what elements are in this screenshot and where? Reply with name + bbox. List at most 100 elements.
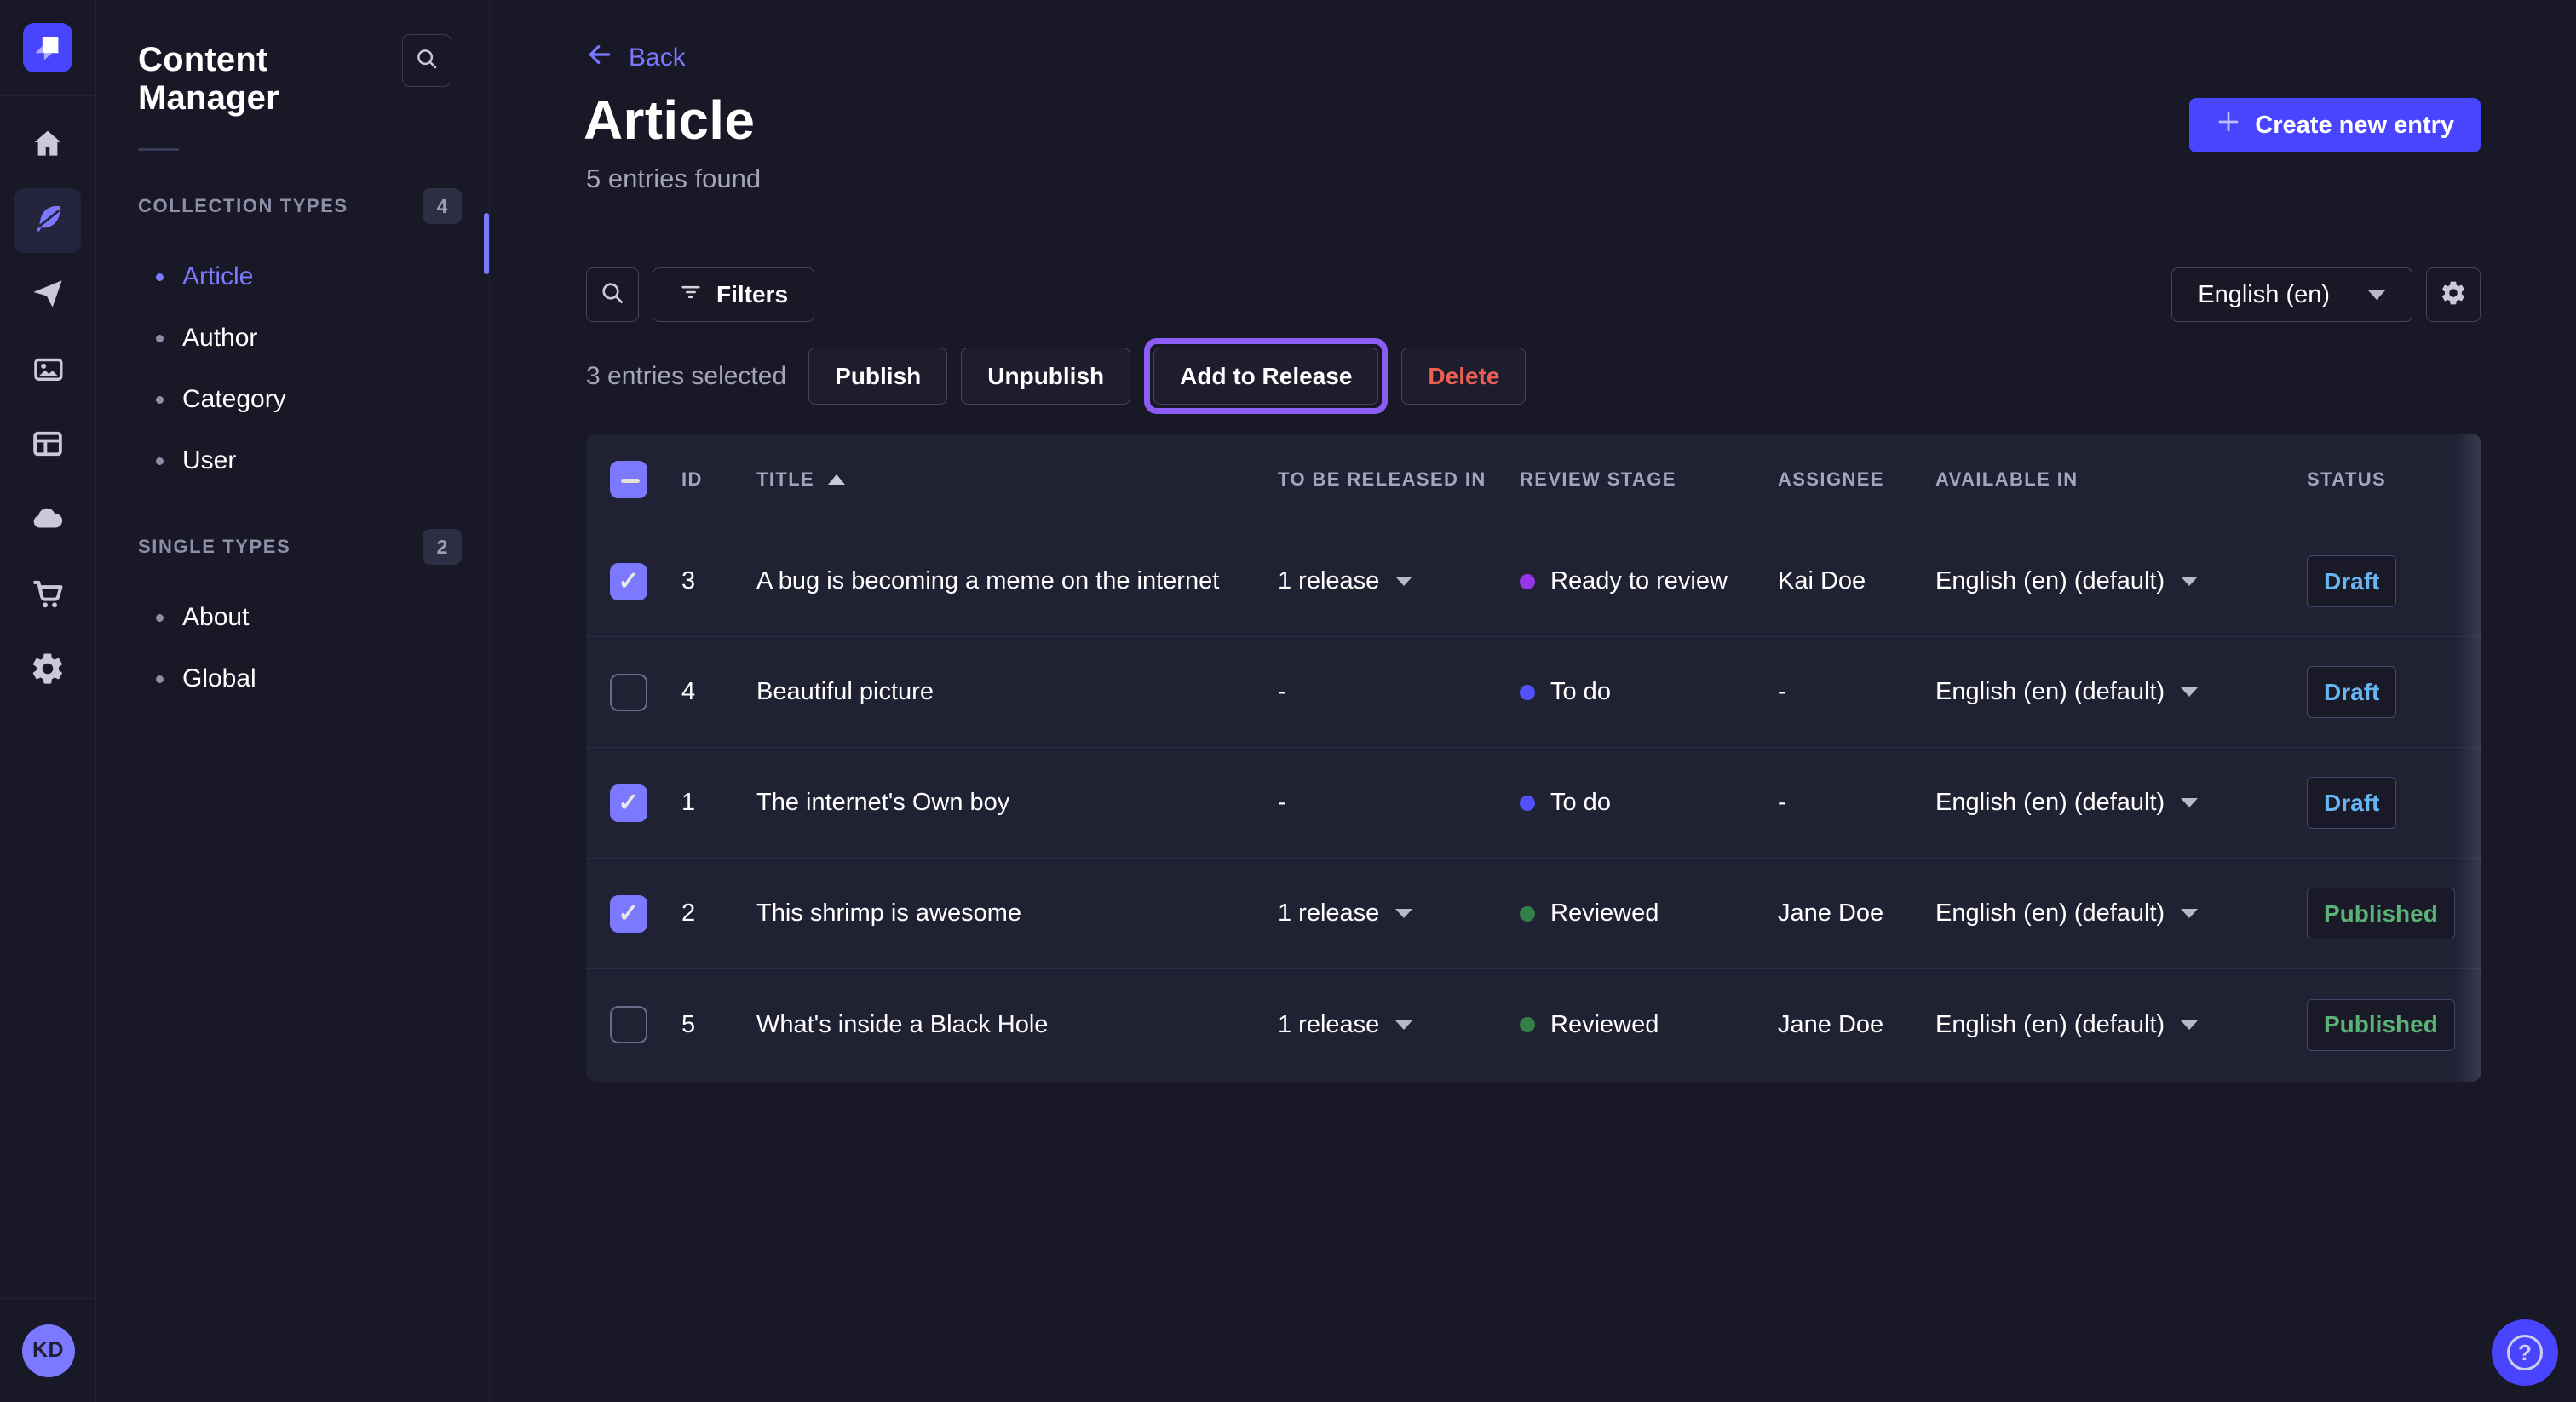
single-types-section: SINGLE TYPES 2 About Global bbox=[96, 529, 489, 710]
row-checkbox[interactable] bbox=[610, 895, 647, 933]
row-checkbox[interactable] bbox=[610, 563, 647, 600]
row-locale[interactable]: English (en) (default) bbox=[1935, 567, 2307, 595]
row-checkbox[interactable] bbox=[610, 1006, 647, 1043]
row-title: A bug is becoming a meme on the internet bbox=[756, 567, 1278, 595]
create-new-entry-label: Create new entry bbox=[2255, 112, 2454, 140]
col-release[interactable]: TO BE RELEASED IN bbox=[1278, 468, 1520, 491]
help-button[interactable]: ? bbox=[2492, 1319, 2558, 1386]
chevron-down-icon bbox=[2180, 687, 2199, 698]
row-locale[interactable]: English (en) (default) bbox=[1935, 899, 2307, 928]
table-row[interactable]: 2 This shrimp is awesome 1 release Revie… bbox=[586, 859, 2481, 969]
table-header-row: ID TITLE TO BE RELEASED IN REVIEW STAGE … bbox=[586, 434, 2481, 526]
status-badge: Published bbox=[2307, 888, 2455, 939]
nav-content-type-builder[interactable] bbox=[14, 413, 81, 478]
sidebar-search-button[interactable] bbox=[402, 34, 451, 87]
chevron-down-icon bbox=[1394, 1020, 1413, 1031]
bullet-icon bbox=[156, 675, 164, 683]
icon-rail: KD bbox=[0, 0, 96, 1402]
row-stage: To do bbox=[1520, 678, 1778, 706]
sidebar-scrollbar-thumb[interactable] bbox=[484, 213, 489, 274]
chevron-down-icon bbox=[2180, 797, 2199, 808]
rail-footer: KD bbox=[0, 1298, 96, 1402]
table-row[interactable]: 1 The internet's Own boy - To do - Engli… bbox=[586, 748, 2481, 859]
filters-label: Filters bbox=[716, 281, 788, 308]
create-new-entry-button[interactable]: Create new entry bbox=[2189, 98, 2481, 152]
collection-types-section: COLLECTION TYPES 4 Article Author Catego… bbox=[96, 188, 489, 491]
back-label: Back bbox=[629, 43, 686, 72]
back-link[interactable]: Back bbox=[586, 41, 686, 75]
filters-button[interactable]: Filters bbox=[653, 267, 814, 322]
logo-section bbox=[0, 0, 95, 96]
col-assignee[interactable]: ASSIGNEE bbox=[1778, 468, 1935, 491]
sidebar-item-label: About bbox=[182, 603, 249, 632]
locale-select[interactable]: English (en) bbox=[2171, 267, 2412, 322]
publish-button[interactable]: Publish bbox=[808, 348, 947, 405]
sidebar-item-label: Author bbox=[182, 324, 257, 353]
table-row[interactable]: 3 A bug is becoming a meme on the intern… bbox=[586, 526, 2481, 637]
add-to-release-button[interactable]: Add to Release bbox=[1153, 348, 1378, 405]
row-stage: Reviewed bbox=[1520, 1011, 1778, 1039]
locale-value: English (en) bbox=[2198, 281, 2330, 309]
single-types-count: 2 bbox=[423, 529, 462, 565]
row-locale[interactable]: English (en) (default) bbox=[1935, 678, 2307, 706]
row-title: The internet's Own boy bbox=[756, 789, 1278, 817]
sort-ascending-icon bbox=[828, 474, 845, 486]
col-title[interactable]: TITLE bbox=[756, 468, 1278, 491]
chevron-down-icon bbox=[2367, 290, 2386, 301]
search-button[interactable] bbox=[586, 267, 639, 322]
chevron-down-icon bbox=[1394, 908, 1413, 919]
row-locale[interactable]: English (en) (default) bbox=[1935, 1011, 2307, 1039]
nav-deploy[interactable] bbox=[14, 488, 81, 553]
row-release[interactable]: 1 release bbox=[1278, 567, 1520, 595]
sidebar-item-category[interactable]: Category bbox=[96, 369, 489, 430]
sidebar-divider bbox=[138, 148, 179, 151]
bullet-icon bbox=[156, 396, 164, 404]
nav-settings[interactable] bbox=[14, 638, 81, 703]
collection-types-count: 4 bbox=[423, 188, 462, 224]
sidebar-item-global[interactable]: Global bbox=[96, 648, 489, 710]
row-release: - bbox=[1278, 678, 1520, 706]
row-checkbox[interactable] bbox=[610, 784, 647, 822]
stage-dot bbox=[1520, 796, 1535, 811]
page-title: Article bbox=[584, 89, 755, 152]
strapi-logo-icon bbox=[23, 23, 72, 72]
delete-button[interactable]: Delete bbox=[1401, 348, 1526, 405]
select-all-checkbox[interactable] bbox=[610, 461, 647, 498]
nav-home[interactable] bbox=[14, 113, 81, 178]
row-title: Beautiful picture bbox=[756, 678, 1278, 706]
sidebar-item-user[interactable]: User bbox=[96, 430, 489, 491]
col-id[interactable]: ID bbox=[681, 468, 756, 491]
row-assignee: Kai Doe bbox=[1778, 567, 1935, 595]
col-stage[interactable]: REVIEW STAGE bbox=[1520, 468, 1778, 491]
row-checkbox[interactable] bbox=[610, 674, 647, 711]
send-icon bbox=[30, 276, 66, 316]
sidebar-title: Content Manager bbox=[138, 34, 402, 118]
bullet-icon bbox=[156, 335, 164, 342]
strapi-logo[interactable] bbox=[23, 23, 72, 72]
sidebar-item-article[interactable]: Article bbox=[96, 246, 489, 307]
view-settings-button[interactable] bbox=[2426, 267, 2481, 322]
row-release: - bbox=[1278, 789, 1520, 817]
stage-dot bbox=[1520, 574, 1535, 589]
sidebar-item-label: Global bbox=[182, 664, 256, 693]
gear-icon bbox=[30, 651, 66, 691]
sidebar-item-label: Article bbox=[182, 262, 253, 291]
user-avatar[interactable]: KD bbox=[22, 1324, 75, 1377]
sidebar-item-author[interactable]: Author bbox=[96, 307, 489, 369]
row-assignee: Jane Doe bbox=[1778, 899, 1935, 928]
unpublish-button[interactable]: Unpublish bbox=[961, 348, 1130, 405]
row-release[interactable]: 1 release bbox=[1278, 1011, 1520, 1039]
col-status[interactable]: STATUS bbox=[2307, 468, 2481, 491]
nav-releases[interactable] bbox=[14, 263, 81, 328]
nav-content-manager[interactable] bbox=[14, 188, 81, 253]
cloud-icon bbox=[30, 501, 66, 541]
sidebar-item-about[interactable]: About bbox=[96, 587, 489, 648]
row-release[interactable]: 1 release bbox=[1278, 899, 1520, 928]
table-row[interactable]: 4 Beautiful picture - To do - English (e… bbox=[586, 637, 2481, 748]
table-row[interactable]: 5 What's inside a Black Hole 1 release R… bbox=[586, 969, 2481, 1080]
row-assignee: - bbox=[1778, 789, 1935, 817]
col-available[interactable]: AVAILABLE IN bbox=[1935, 468, 2307, 491]
row-locale[interactable]: English (en) (default) bbox=[1935, 789, 2307, 817]
nav-media-library[interactable] bbox=[14, 338, 81, 403]
nav-marketplace[interactable] bbox=[14, 563, 81, 628]
